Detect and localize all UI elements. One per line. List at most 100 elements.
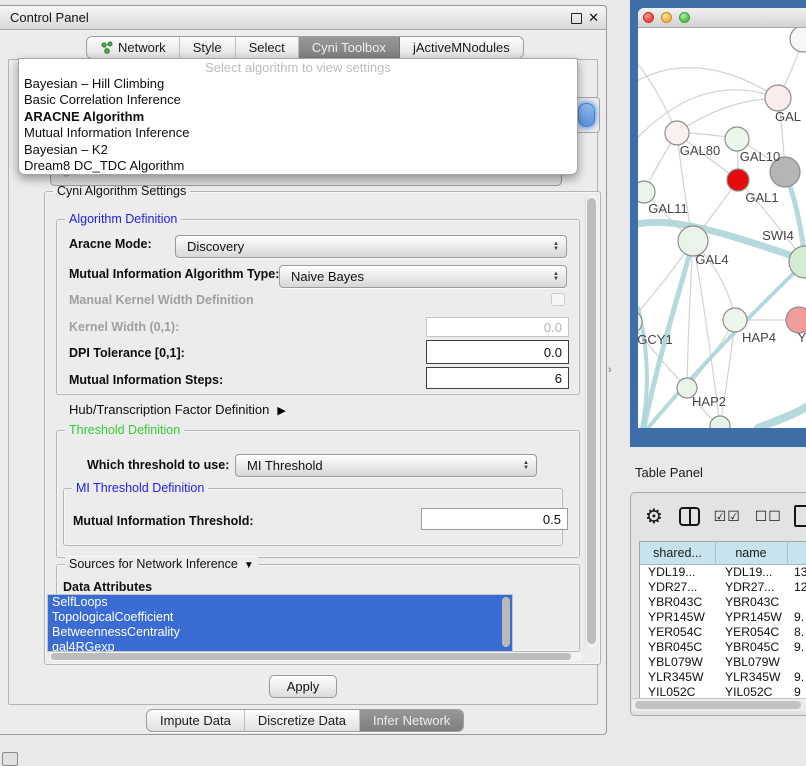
data-attribute-item[interactable]: BetweennessCentrality	[48, 625, 512, 640]
network-node-label: Y	[798, 330, 806, 345]
network-node-gal80[interactable]	[665, 121, 689, 145]
close-traffic-light-icon[interactable]	[643, 12, 654, 23]
select-all-checkboxes-icon[interactable]: ☑☑	[714, 508, 741, 525]
manual-kernel-checkbox[interactable]	[551, 293, 565, 306]
docked-panel-icon[interactable]	[2, 752, 18, 766]
new-table-icon[interactable]	[794, 505, 806, 527]
table-cell: 9.	[794, 610, 804, 625]
float-window-icon[interactable]	[571, 13, 582, 24]
settings-hscroll-thumb[interactable]	[51, 653, 571, 660]
dpi-tolerance-value: 0.0	[544, 345, 562, 360]
data-attribute-item[interactable]: TopologicalCoefficient	[48, 610, 512, 625]
column-separator[interactable]	[715, 542, 716, 564]
algorithm-option[interactable]: Basic Correlation Inference	[19, 92, 577, 108]
bottom-tab-discretize-data[interactable]: Discretize Data	[245, 710, 360, 731]
bottom-tab-infer-network[interactable]: Infer Network	[360, 710, 463, 731]
settings-group-title: Cyni Algorithm Settings	[53, 184, 190, 198]
algorithm-dropdown-popup: Select algorithm to view settings Bayesi…	[18, 58, 578, 175]
column-separator[interactable]	[787, 542, 788, 564]
close-icon[interactable]: ✕	[588, 10, 599, 26]
tab-style[interactable]: Style	[180, 37, 236, 58]
network-node-label: GAL11	[648, 201, 688, 216]
network-edge	[638, 90, 778, 148]
dpi-tolerance-label: DPI Tolerance [0,1]:	[69, 346, 185, 360]
tab-select[interactable]: Select	[236, 37, 299, 58]
table-row[interactable]: YBR043CYBR043C	[640, 595, 806, 610]
table-cell: YER054C	[648, 625, 702, 640]
table-panel-title: Table Panel	[635, 465, 703, 480]
mi-threshold-field[interactable]: 0.5	[421, 508, 568, 530]
table-cell: YBR045C	[725, 640, 779, 655]
table-row[interactable]: YBR045CYBR045C9.	[640, 640, 806, 655]
table-row[interactable]: YPR145W YPR145W 9.	[640, 610, 806, 625]
table-column-header[interactable]: A	[800, 542, 806, 564]
algorithm-option[interactable]: Dream8 DC_TDC Algorithm	[19, 158, 577, 174]
table-row[interactable]: YDR27...YDR27...12	[640, 580, 806, 595]
tab-jactivemnodules[interactable]: jActiveMNodules	[400, 37, 523, 58]
network-node[interactable]	[790, 28, 806, 52]
network-node-label: GAL4	[695, 252, 728, 267]
algorithm-option[interactable]: Bayesian – Hill Climbing	[19, 76, 577, 92]
table-row[interactable]: YBL079WYBL079W	[640, 655, 806, 670]
node-table: shared...name A YDL19...YDL19...13YDR27..…	[639, 541, 806, 698]
network-node-label: HAP2	[692, 394, 726, 409]
tab-label: Style	[193, 37, 222, 58]
settings-vscroll-thumb[interactable]	[587, 198, 596, 644]
table-row[interactable]: YDL19...YDL19...13	[640, 565, 806, 580]
bottom-tab-impute-data[interactable]: Impute Data	[147, 710, 245, 731]
minimize-traffic-light-icon[interactable]	[661, 12, 672, 23]
columns-icon[interactable]	[679, 507, 700, 526]
table-cell: YPR145W	[725, 610, 782, 625]
aracne-mode-combobox[interactable]: Discovery ▲▼	[175, 235, 567, 258]
network-node[interactable]	[710, 416, 730, 428]
dpi-tolerance-field[interactable]: 0.0	[426, 340, 569, 364]
table-hscroll-thumb[interactable]	[635, 701, 801, 709]
tab-label: Cyni Toolbox	[312, 37, 386, 58]
algorithm-option[interactable]: Mutual Information Inference	[19, 125, 577, 141]
data-attributes-list[interactable]: SelfLoopsTopologicalCoefficientBetweenne…	[47, 594, 513, 652]
network-node-gal10[interactable]	[725, 127, 749, 151]
table-row[interactable]: YIL052CYIL052C9	[640, 685, 806, 698]
tab-network[interactable]: Network	[87, 37, 180, 58]
network-node-gal1[interactable]	[727, 169, 749, 191]
panel-splitter-handle[interactable]: ›	[608, 364, 612, 376]
which-threshold-combobox[interactable]: MI Threshold ▲▼	[235, 454, 537, 477]
apply-button[interactable]: Apply	[269, 675, 337, 698]
table-column-header[interactable]: name	[715, 542, 787, 564]
table-column-header[interactable]: shared...	[640, 542, 715, 564]
zoom-traffic-light-icon[interactable]	[679, 12, 690, 23]
data-attribute-item[interactable]: SelfLoops	[48, 595, 512, 610]
table-cell: YDL19...	[648, 565, 695, 580]
tab-label: Infer Network	[373, 710, 450, 731]
settings-vertical-scrollbar[interactable]	[585, 196, 598, 648]
gear-icon[interactable]: ⚙	[645, 504, 663, 529]
table-cell: YPR145W	[648, 610, 705, 625]
deselect-all-checkboxes-icon[interactable]: ☐☐	[755, 508, 782, 525]
table-horizontal-scrollbar[interactable]	[632, 698, 806, 711]
tab-cyni-toolbox[interactable]: Cyni Toolbox	[299, 37, 400, 58]
combobox-arrows-icon: ▲▼	[553, 236, 559, 257]
list-scrollbar-thumb[interactable]	[502, 597, 510, 647]
network-node-hap4[interactable]	[723, 308, 747, 332]
algorithm-option[interactable]: ARACNE Algorithm	[19, 109, 577, 125]
which-threshold-label: Which threshold to use:	[87, 458, 229, 472]
network-node-label: SWI4	[762, 228, 794, 243]
mi-type-combobox[interactable]: Naive Bayes ▲▼	[279, 265, 567, 288]
tab-label: jActiveMNodules	[413, 37, 510, 58]
hub-definition-label: Hub/Transcription Factor Definition	[69, 402, 269, 417]
data-attribute-item[interactable]: gal4RGexp	[48, 640, 512, 652]
network-canvas[interactable]: GALGAL80GAL10GAL1GAL11SWI4GAL4GCY1HAP4YH…	[638, 28, 806, 428]
settings-horizontal-scrollbar[interactable]	[49, 652, 583, 661]
mi-steps-field[interactable]: 6	[426, 367, 569, 389]
table-row[interactable]: YLR345WYLR345W9.	[640, 670, 806, 685]
table-cell: YBR045C	[648, 640, 702, 655]
sources-group-title[interactable]: Sources for Network Inference▼	[65, 557, 258, 571]
mi-type-value: Naive Bayes	[291, 269, 364, 284]
table-row[interactable]: YER054CYER054C8.	[640, 625, 806, 640]
kernel-width-field[interactable]: 0.0	[426, 317, 569, 337]
network-node-gal[interactable]	[765, 85, 791, 111]
mi-type-label: Mutual Information Algorithm Type:	[69, 267, 279, 281]
network-node-gal11[interactable]	[638, 181, 655, 203]
algorithm-option[interactable]: Bayesian – K2	[19, 142, 577, 158]
hub-definition-toggle[interactable]: Hub/Transcription Factor Definition▶	[69, 402, 286, 417]
